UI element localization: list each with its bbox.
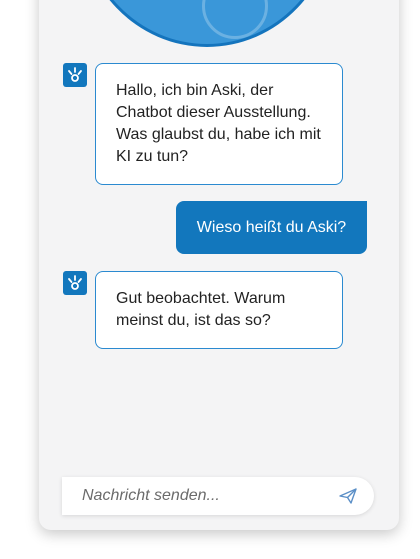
bot-avatar-icon	[63, 271, 87, 295]
aski-bot-icon	[68, 67, 82, 82]
message-input[interactable]	[62, 477, 322, 515]
aski-bot-icon	[68, 275, 82, 290]
send-button[interactable]	[338, 486, 358, 506]
paper-plane-icon	[339, 488, 357, 504]
header-decoration	[202, 0, 268, 39]
bot-avatar-icon	[63, 63, 87, 87]
bot-message: Gut beobachtet. Warum meinst du, ist das…	[95, 271, 343, 349]
bot-message: Hallo, ich bin Aski, der Chatbot dieser …	[95, 63, 343, 185]
user-message: Wieso heißt du Aski?	[176, 201, 367, 254]
message-composer	[62, 477, 374, 515]
header-banner	[79, 0, 335, 47]
